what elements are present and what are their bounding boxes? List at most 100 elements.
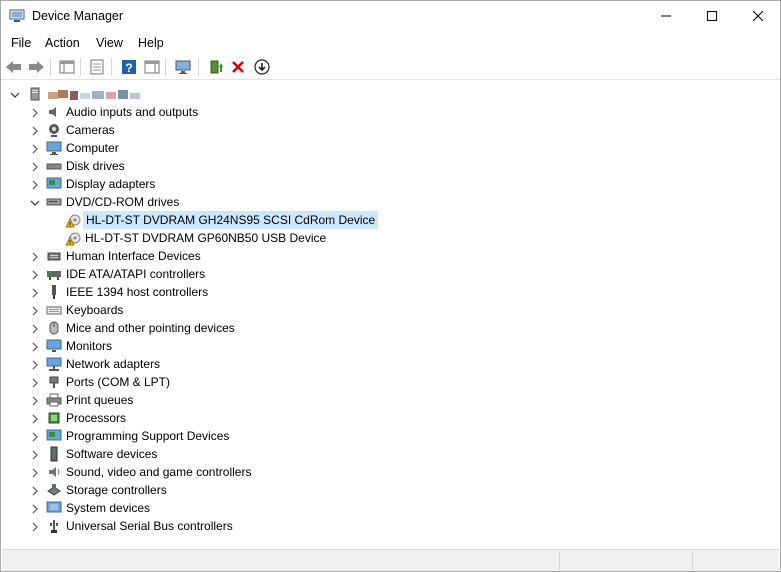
tree-category-row[interactable]: Monitors [2, 337, 779, 355]
tree-category-row[interactable]: Display adapters [2, 175, 779, 193]
title-bar[interactable]: Device Manager [1, 1, 780, 32]
tree-category-row[interactable]: IEEE 1394 host controllers [2, 283, 779, 301]
tree-category-label[interactable]: IEEE 1394 host controllers [64, 284, 210, 300]
tree-category-label[interactable]: Software devices [64, 446, 159, 462]
chevron-right-icon[interactable] [30, 359, 40, 370]
chevron-down-icon[interactable] [30, 197, 40, 207]
forward-button[interactable] [26, 57, 46, 77]
tree-category-row[interactable]: System devices [2, 499, 779, 517]
show-hide-console-tree-button[interactable] [57, 57, 77, 77]
tree-category-row[interactable]: Computer [2, 139, 779, 157]
tree-category-row[interactable]: Network adapters [2, 355, 779, 373]
chevron-right-icon[interactable] [30, 269, 40, 280]
toolbar: ? [1, 54, 780, 80]
tree-category-row[interactable]: IDE ATA/ATAPI controllers [2, 265, 779, 283]
tree-category-label[interactable]: DVD/CD-ROM drives [64, 194, 181, 210]
chevron-right-icon[interactable] [30, 431, 40, 442]
chevron-right-icon[interactable] [30, 323, 40, 334]
tree-category-label[interactable]: IDE ATA/ATAPI controllers [64, 266, 207, 282]
tree-category-label[interactable]: Monitors [64, 338, 114, 354]
tree-category-label[interactable]: Sound, video and game controllers [64, 464, 253, 480]
ide-controller-icon [46, 266, 62, 282]
tree-category-row[interactable]: Storage controllers [2, 481, 779, 499]
scan-hardware-button[interactable] [173, 57, 193, 77]
chevron-right-icon[interactable] [30, 413, 40, 424]
tree-category-row[interactable]: Software devices [2, 445, 779, 463]
chevron-right-icon[interactable] [30, 125, 40, 136]
back-button[interactable] [4, 57, 24, 77]
tree-device-row[interactable]: HL-DT-ST DVDRAM GP60NB50 USB Device [2, 229, 779, 247]
toolbar-separator [50, 58, 51, 76]
menu-action[interactable]: Action [45, 36, 80, 50]
help-button[interactable]: ? [119, 57, 139, 77]
tree-category-label[interactable]: Programming Support Devices [64, 428, 231, 444]
chevron-right-icon[interactable] [30, 503, 40, 514]
tree-category-label[interactable]: Network adapters [64, 356, 162, 372]
tree-category-row[interactable]: Ports (COM & LPT) [2, 373, 779, 391]
menu-view[interactable]: View [96, 36, 123, 50]
tree-category-row[interactable]: Universal Serial Bus controllers [2, 517, 779, 535]
tree-category-label[interactable]: Universal Serial Bus controllers [64, 518, 235, 534]
tree-category-label[interactable]: Print queues [64, 392, 135, 408]
tree-category-label[interactable]: Human Interface Devices [64, 248, 203, 264]
uninstall-device-button[interactable] [228, 57, 248, 77]
chevron-right-icon[interactable] [30, 287, 40, 298]
disable-device-button[interactable] [252, 57, 272, 77]
tree-category-row[interactable]: Programming Support Devices [2, 427, 779, 445]
tree-category-label[interactable]: Keyboards [64, 302, 125, 318]
tree-category-label[interactable]: Cameras [64, 122, 117, 138]
tree-category-row[interactable]: DVD/CD-ROM drives [2, 193, 779, 211]
tree-category-label[interactable]: Storage controllers [64, 482, 169, 498]
tree-category-row[interactable]: Keyboards [2, 301, 779, 319]
tree-category-row[interactable]: Sound, video and game controllers [2, 463, 779, 481]
device-tree[interactable]: Audio inputs and outputs Cameras Computer D… [2, 83, 779, 545]
minimize-icon [661, 15, 671, 17]
chevron-right-icon[interactable] [30, 251, 40, 262]
tree-category-label[interactable]: Mice and other pointing devices [64, 320, 237, 336]
update-driver-button[interactable] [206, 57, 226, 77]
tree-device-label[interactable]: HL-DT-ST DVDRAM GH24NS95 SCSI CdRom Devi… [83, 211, 379, 229]
tree-category-label[interactable]: Processors [64, 410, 128, 426]
tree-category-label[interactable]: Ports (COM & LPT) [64, 374, 172, 390]
minimize-button[interactable] [643, 1, 689, 31]
tree-category-row[interactable]: Human Interface Devices [2, 247, 779, 265]
action-pane-button[interactable] [142, 57, 162, 77]
tree-category-row[interactable]: Processors [2, 409, 779, 427]
device-manager-window: Device Manager File Action View Help ? A… [0, 0, 781, 572]
chevron-right-icon[interactable] [30, 377, 40, 388]
tree-category-label[interactable]: Computer [64, 140, 121, 156]
update-driver-icon [210, 60, 223, 74]
chevron-right-icon[interactable] [30, 341, 40, 352]
tree-device-label[interactable]: HL-DT-ST DVDRAM GP60NB50 USB Device [83, 230, 328, 246]
tree-root-row[interactable] [2, 85, 779, 103]
menu-file[interactable]: File [11, 36, 31, 50]
tree-category-row[interactable]: Cameras [2, 121, 779, 139]
chevron-down-icon[interactable] [10, 89, 20, 99]
tree-category-label[interactable]: Audio inputs and outputs [64, 104, 200, 120]
close-button[interactable] [735, 1, 781, 31]
chevron-right-icon[interactable] [30, 449, 40, 460]
tree-category-row[interactable]: Mice and other pointing devices [2, 319, 779, 337]
chevron-right-icon[interactable] [30, 107, 40, 118]
chevron-right-icon[interactable] [30, 395, 40, 406]
tree-device-row[interactable]: HL-DT-ST DVDRAM GH24NS95 SCSI CdRom Devi… [2, 211, 779, 229]
tree-category-row[interactable]: Disk drives [2, 157, 779, 175]
back-arrow-icon [6, 61, 21, 73]
tree-category-row[interactable]: Print queues [2, 391, 779, 409]
tree-category-label[interactable]: Disk drives [64, 158, 127, 174]
chevron-right-icon[interactable] [30, 161, 40, 172]
chevron-right-icon[interactable] [30, 143, 40, 154]
maximize-button[interactable] [689, 1, 735, 31]
tree-category-label[interactable]: System devices [64, 500, 152, 516]
root-computer-name-obscured [48, 89, 144, 101]
menu-help[interactable]: Help [138, 36, 164, 50]
tree-category-row[interactable]: Audio inputs and outputs [2, 103, 779, 121]
chevron-right-icon[interactable] [30, 179, 40, 190]
chevron-right-icon[interactable] [30, 305, 40, 316]
chevron-right-icon[interactable] [30, 467, 40, 478]
display-adapter-icon [46, 176, 62, 192]
chevron-right-icon[interactable] [30, 485, 40, 496]
properties-button[interactable] [87, 57, 107, 77]
chevron-right-icon[interactable] [30, 521, 40, 532]
tree-category-label[interactable]: Display adapters [64, 176, 157, 192]
